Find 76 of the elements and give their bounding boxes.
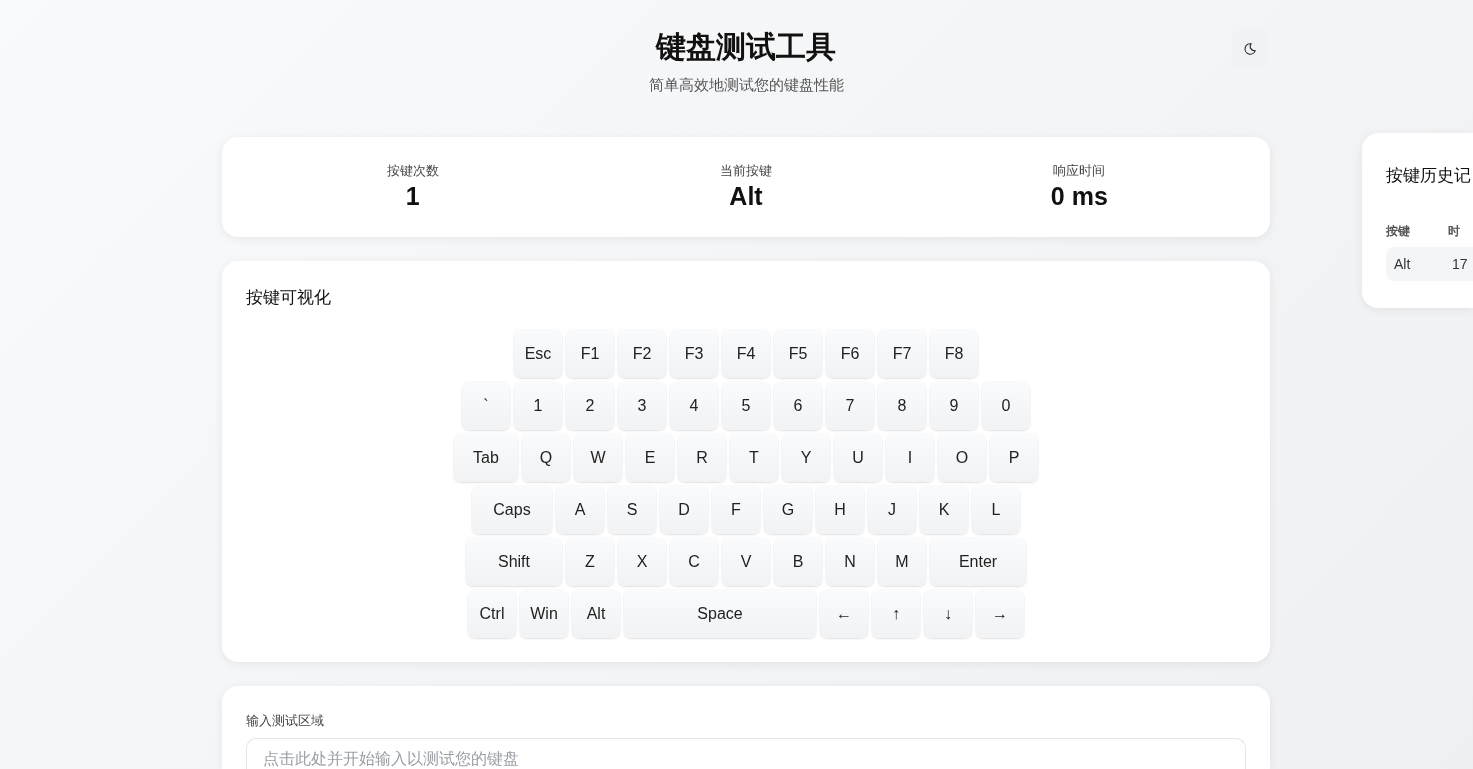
- keyboard-key: K: [920, 486, 968, 534]
- keyboard-key: T: [730, 434, 778, 482]
- keyboard-key: S: [608, 486, 656, 534]
- keyboard-key: Enter: [930, 538, 1026, 586]
- table-cell-text: 17: [1452, 256, 1469, 272]
- stat-label: 按键次数: [386, 163, 439, 179]
- table-cell-text: Alt: [1394, 256, 1412, 272]
- keyboard-key: 2: [566, 382, 614, 430]
- input-label: 输入测试区域: [246, 713, 325, 729]
- keyboard-key: 1: [514, 382, 562, 430]
- stat-label: 当前按键: [720, 163, 772, 179]
- keyboard-key: O: [938, 434, 986, 482]
- keyboard-key: F2: [618, 330, 666, 378]
- keyboard-key: 7: [826, 382, 874, 430]
- keyboard-key: B: [774, 538, 822, 586]
- keyboard-key: F6: [826, 330, 874, 378]
- keyboard-key: 5: [722, 382, 770, 430]
- keyboard-key: Caps: [472, 486, 552, 534]
- keyboard-key: I: [886, 434, 934, 482]
- keyboard-key: C: [670, 538, 718, 586]
- keyboard-key: U: [834, 434, 882, 482]
- keyboard-key: F: [712, 486, 760, 534]
- keyboard-key: Q: [522, 434, 570, 482]
- page-subtitle: 简单高效地测试您的键盘性能: [648, 76, 844, 94]
- keyboard-key: W: [574, 434, 622, 482]
- keyboard-key: E: [626, 434, 674, 482]
- input-field[interactable]: 点击此处并开始输入以测试您的键盘: [246, 738, 1246, 769]
- keyboard-key: 6: [774, 382, 822, 430]
- column-header: 按键: [1386, 223, 1411, 239]
- stat-label: 响应时间: [1053, 163, 1106, 179]
- keyboard-key: ←: [820, 590, 868, 638]
- keyboard-key: Alt: [572, 590, 620, 638]
- keyboard-key: N: [826, 538, 874, 586]
- moon-icon: [1244, 43, 1256, 55]
- keyboard-key: F8: [930, 330, 978, 378]
- panel-title: 按键历史记: [1386, 165, 1472, 187]
- keyboard-key: 4: [670, 382, 718, 430]
- card-title: 按键可视化: [246, 288, 332, 308]
- keyboard-key: 3: [618, 382, 666, 430]
- keyboard-key: Ctrl: [468, 590, 516, 638]
- keyboard-key: Space: [624, 590, 816, 638]
- keyboard-key: F1: [566, 330, 614, 378]
- stat-value: 0 ms: [1050, 181, 1108, 211]
- keyboard-key: H: [816, 486, 864, 534]
- keyboard-key: F4: [722, 330, 770, 378]
- keyboard-key: 8: [878, 382, 926, 430]
- keyboard-key: D: [660, 486, 708, 534]
- keyboard-key: Tab: [454, 434, 518, 482]
- keyboard-key: Shift: [466, 538, 562, 586]
- keyboard-key: Esc: [514, 330, 562, 378]
- keyboard-key: V: [722, 538, 770, 586]
- keyboard-key: F7: [878, 330, 926, 378]
- keyboard-key: J: [868, 486, 916, 534]
- keyboard-key: P: [990, 434, 1038, 482]
- keyboard-key: →: [976, 590, 1024, 638]
- keyboard-key: A: [556, 486, 604, 534]
- keyboard-key: Y: [782, 434, 830, 482]
- keyboard-key: X: [618, 538, 666, 586]
- keyboard-key: R: [678, 434, 726, 482]
- keyboard-key: ↓: [924, 590, 972, 638]
- keyboard-key: M: [878, 538, 926, 586]
- stat-value: Alt: [729, 181, 763, 211]
- keyboard-key: Z: [566, 538, 614, 586]
- keyboard-key: 9: [930, 382, 978, 430]
- keyboard-key: `: [462, 382, 510, 430]
- page-title: 键盘测试工具: [656, 29, 836, 65]
- history-row[interactable]: Alt 17: [1386, 247, 1473, 281]
- keyboard-key: ↑: [872, 590, 920, 638]
- keyboard-key: F5: [774, 330, 822, 378]
- keyboard-key: L: [972, 486, 1020, 534]
- keyboard-key: F3: [670, 330, 718, 378]
- column-header: 时: [1448, 223, 1461, 239]
- keyboard-key: G: [764, 486, 812, 534]
- stat-value: 1: [405, 181, 420, 211]
- keyboard-key: Win: [520, 590, 568, 638]
- keyboard-key: 0: [982, 382, 1030, 430]
